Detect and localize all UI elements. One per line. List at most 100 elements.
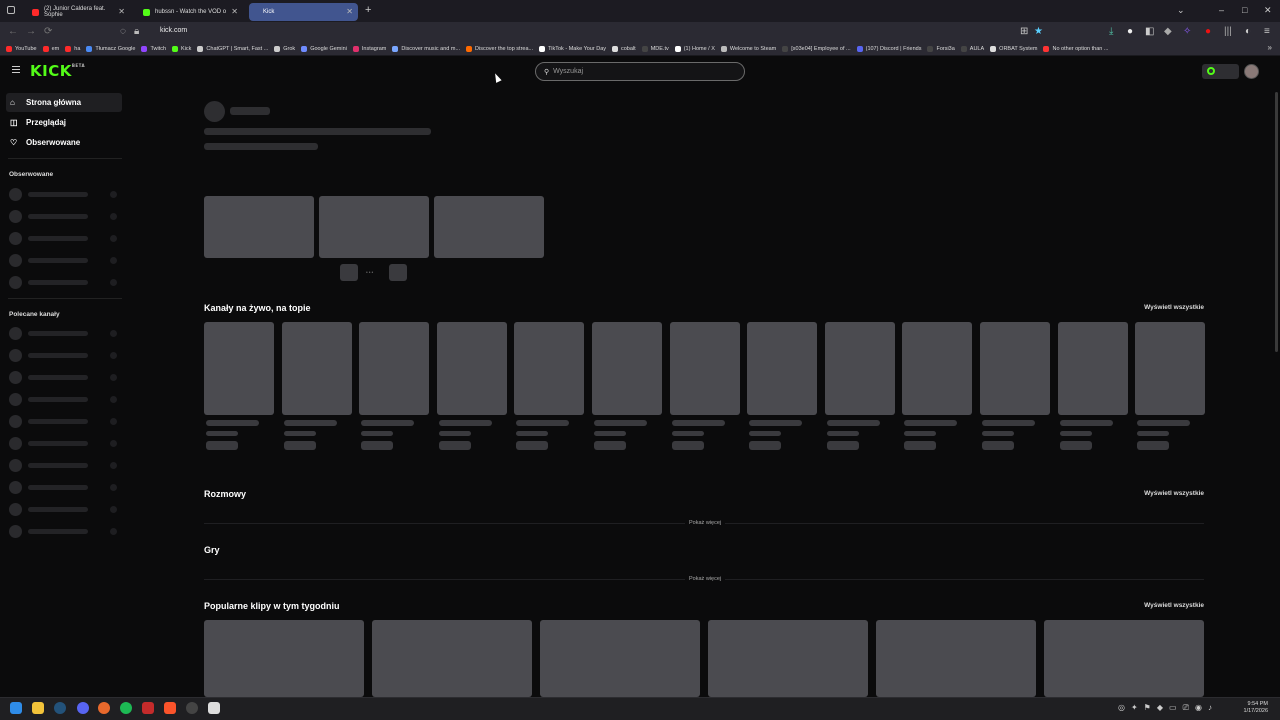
translate-icon[interactable]: ⊞	[1020, 26, 1028, 37]
discord-icon[interactable]	[77, 702, 89, 714]
clip-card[interactable]	[372, 620, 532, 697]
brave-icon[interactable]	[164, 702, 176, 714]
live-channel-card[interactable]	[1057, 322, 1128, 415]
bookmark-item[interactable]: [s03e04] Employee of ...	[782, 45, 851, 52]
steam-icon[interactable]	[54, 702, 66, 714]
bookmark-item[interactable]: (107) Discord | Friends	[856, 45, 921, 52]
live-channel-card[interactable]	[592, 322, 662, 415]
tab-overview-icon[interactable]	[7, 6, 15, 14]
live-channel-card[interactable]	[281, 322, 352, 415]
minimize-button[interactable]: –	[1219, 5, 1224, 15]
live-see-all-link[interactable]: Wyświetl wszystkie	[1144, 304, 1204, 311]
obs-icon[interactable]	[186, 702, 198, 714]
page-scrollbar[interactable]	[1275, 92, 1278, 352]
live-channel-card[interactable]	[902, 322, 973, 415]
extension-icon[interactable]: ●	[1205, 26, 1211, 37]
bookmark-item[interactable]: em	[42, 45, 59, 52]
bookmarks-overflow-icon[interactable]: »	[1268, 43, 1272, 52]
bookmark-item[interactable]: Google Gemini	[301, 45, 347, 52]
bookmark-item[interactable]: ha	[65, 45, 80, 52]
start-icon[interactable]	[10, 702, 22, 714]
live-channel-card[interactable]	[980, 322, 1050, 415]
bookmark-item[interactable]: cobalt	[612, 45, 636, 52]
live-channel-card[interactable]	[204, 322, 274, 415]
close-tab-icon[interactable]: ✕	[346, 7, 353, 16]
back-icon[interactable]: ←	[8, 26, 18, 37]
live-channel-card[interactable]	[436, 322, 507, 415]
spotify-icon[interactable]	[120, 702, 132, 714]
carousel-prev-button[interactable]	[340, 264, 358, 281]
taskbar-clock[interactable]: 9:54 PM 1/17/2026	[1244, 701, 1268, 715]
bookmark-item[interactable]: Kick	[172, 45, 191, 52]
extension-icon[interactable]: |||	[1224, 26, 1232, 37]
avatar[interactable]	[1244, 64, 1259, 79]
clip-card[interactable]	[540, 620, 700, 697]
maximize-button[interactable]: □	[1242, 5, 1247, 15]
extension-icon[interactable]: ●	[1127, 26, 1133, 37]
carousel-card[interactable]	[434, 196, 544, 258]
app-icon[interactable]	[208, 702, 220, 714]
shield-icon[interactable]: ◌	[120, 26, 126, 37]
clip-card[interactable]	[204, 620, 364, 697]
clip-card[interactable]	[876, 620, 1036, 697]
app-icon[interactable]	[142, 702, 154, 714]
sidebar-item-browse[interactable]: ◫ Przeglądaj	[6, 113, 122, 132]
bookmark-item[interactable]: AULA	[960, 45, 984, 52]
bookmark-item[interactable]: Discover the top strea...	[466, 45, 533, 52]
browser-tab-kick[interactable]: Kick ✕	[249, 3, 358, 21]
browser-tab-youtube[interactable]: (2) Junior Caldera feat. Sophie ✕	[26, 3, 130, 21]
bookmark-item[interactable]: Instagram	[352, 45, 386, 52]
tab-list-icon[interactable]: ⌄	[1177, 5, 1185, 16]
carousel-next-button[interactable]	[389, 264, 407, 281]
extension-icon[interactable]: ✧	[1183, 26, 1191, 37]
talk-show-more-button[interactable]: Pokaż więcej	[685, 520, 726, 526]
new-tab-button[interactable]: +	[365, 4, 371, 16]
close-tab-icon[interactable]: ✕	[118, 7, 125, 16]
bookmark-item[interactable]: Tłumacz Google	[86, 45, 135, 52]
close-tab-icon[interactable]: ✕	[231, 7, 238, 16]
reload-icon[interactable]: ⟳	[44, 26, 52, 37]
bookmark-item[interactable]: Welcome to Steam	[720, 45, 776, 52]
bookmark-item[interactable]: Grok	[274, 45, 295, 52]
extension-icon[interactable]: ◧	[1145, 26, 1154, 37]
extension-icon[interactable]: ◆	[1164, 26, 1172, 37]
bookmark-item[interactable]: YouTube	[6, 45, 37, 52]
forward-icon[interactable]: →	[26, 26, 36, 37]
file-explorer-icon[interactable]	[32, 702, 44, 714]
talk-see-all-link[interactable]: Wyświetl wszystkie	[1144, 490, 1204, 497]
carousel-card[interactable]	[204, 196, 314, 258]
kick-logo[interactable]: KICKBETA	[30, 62, 85, 80]
bookmark-item[interactable]: Forsi3a	[927, 45, 955, 52]
browser-tab-hubssn[interactable]: hubssn - Watch the VOD o ✕	[137, 3, 243, 21]
live-channel-card[interactable]	[747, 322, 818, 415]
search-input[interactable]: ⚲ Wyszukaj	[535, 62, 745, 81]
live-channel-card[interactable]	[824, 322, 895, 415]
bookmark-star-icon[interactable]: ★	[1034, 26, 1043, 37]
live-channel-card[interactable]	[669, 322, 740, 415]
extension-icon[interactable]: ◐	[1245, 26, 1251, 37]
address-field[interactable]: kick.com	[160, 27, 187, 34]
bookmark-item[interactable]: MDE.tv	[641, 45, 669, 52]
carousel-card[interactable]	[319, 196, 429, 258]
clip-card[interactable]	[708, 620, 868, 697]
live-channel-card[interactable]	[1135, 322, 1206, 415]
live-channel-card[interactable]	[514, 322, 585, 415]
bookmark-item[interactable]: No other option than ...	[1043, 45, 1108, 52]
bookmark-item[interactable]: Twitch	[141, 45, 166, 52]
clip-card[interactable]	[1044, 620, 1204, 697]
tray-icons[interactable]: ◎✦⚑◆▭⎚◉♪	[1118, 703, 1218, 713]
clips-see-all-link[interactable]: Wyświetl wszystkie	[1144, 602, 1204, 609]
bookmark-item[interactable]: Discover music and m...	[392, 45, 460, 52]
sidebar-item-home[interactable]: ⌂ Strona główna	[6, 93, 122, 112]
bookmark-item[interactable]: TikTok - Make Your Day	[539, 45, 606, 52]
games-show-more-button[interactable]: Pokaż więcej	[685, 576, 726, 582]
bookmark-item[interactable]: ORBAT System	[990, 45, 1037, 52]
close-window-button[interactable]: ✕	[1264, 5, 1272, 16]
sidebar-item-following[interactable]: ♡ Obserwowane	[6, 133, 122, 152]
menu-toggle-icon[interactable]	[12, 66, 20, 75]
live-status-button[interactable]	[1202, 64, 1239, 79]
bookmark-item[interactable]: (1) Home / X	[674, 45, 715, 52]
menu-icon[interactable]: ≡	[1264, 26, 1270, 37]
download-icon[interactable]: ⤓	[1109, 26, 1113, 37]
live-channel-card[interactable]	[359, 322, 430, 415]
